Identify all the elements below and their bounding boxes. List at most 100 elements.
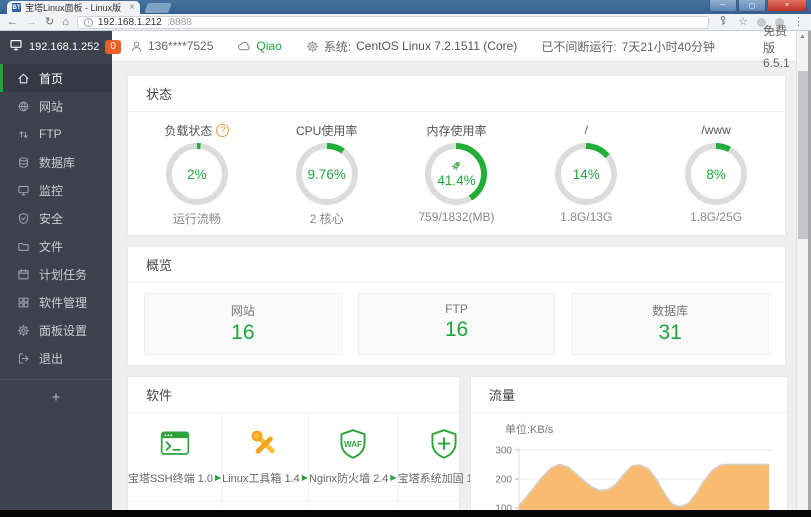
- gauge-label: /: [584, 123, 588, 137]
- status-card: 状态 负载状态? 2% 运行流畅 CPU使用率 9.76% 2 核心 内存使用率…: [127, 75, 786, 236]
- bottom-row: 软件 宝塔SSH终端 1.0 ▶ Linux工具箱 1.4 ▶ WAF Nginx防…: [127, 376, 788, 517]
- sidebar-item-monitor[interactable]: 监控: [0, 176, 112, 204]
- account-phone[interactable]: 136****7525: [130, 39, 213, 53]
- traffic-body: 单位:KB/s 100 200 300: [471, 413, 787, 517]
- overview-box-site[interactable]: 网站 16: [144, 293, 342, 355]
- overview-value: 16: [444, 318, 469, 341]
- scrollbar-up-icon[interactable]: ▲: [797, 31, 808, 43]
- gauge-sublabel: 759/1832(MB): [418, 210, 495, 224]
- new-tab-button[interactable]: [144, 3, 172, 13]
- play-arrow-icon: ▶: [214, 473, 222, 482]
- play-arrow-icon: ▶: [301, 473, 308, 482]
- browser-tab[interactable]: BT 宝塔Linux面板 - Linux版 ×: [7, 1, 140, 14]
- terminal-icon: [158, 427, 192, 461]
- svg-text:200: 200: [495, 475, 512, 486]
- reload-icon[interactable]: ↻: [45, 16, 54, 28]
- sidebar-add-button[interactable]: +: [0, 380, 112, 406]
- system-info: 系统: CentOS Linux 7.2.1511 (Core): [306, 38, 517, 55]
- menu-icon[interactable]: ⋮: [793, 16, 804, 28]
- software-grid: 宝塔SSH终端 1.0 ▶ Linux工具箱 1.4 ▶ WAF Nginx防火墙 …: [128, 413, 491, 517]
- overview-box-ftp[interactable]: FTP 16: [357, 293, 556, 355]
- server-monitor-icon: [9, 38, 23, 55]
- gauge-label: CPU使用率: [296, 123, 358, 138]
- folder-icon: [17, 240, 30, 253]
- tab-close-icon[interactable]: ×: [129, 2, 135, 13]
- sidebar-item-site[interactable]: 网站: [0, 92, 112, 120]
- gauge-disk-www: /www 8% 1.8G/25G: [656, 122, 776, 227]
- sidebar-item-cron[interactable]: 计划任务: [0, 260, 112, 288]
- browser-home-icon[interactable]: ⌂: [62, 16, 69, 28]
- scrollbar-thumb[interactable]: [798, 71, 808, 239]
- sidebar-item-label: FTP: [39, 127, 62, 141]
- software-card-title: 软件: [128, 377, 459, 413]
- server-ip-header[interactable]: 192.168.1.252 0: [0, 31, 121, 62]
- main-content: 状态 负载状态? 2% 运行流畅 CPU使用率 9.76% 2 核心 内存使用率…: [112, 62, 796, 517]
- rocket-icon: [448, 158, 465, 175]
- gauge-donut: 41.4%: [425, 143, 488, 205]
- sidebar-nav: 首页 网站 FTP 数据库 监控 安全 文件 计划任务 软件管理 面板设置 退出: [0, 62, 112, 372]
- globe-icon: [17, 100, 30, 113]
- traffic-chart-svg: 100200300: [495, 446, 773, 517]
- gauge-cpu: CPU使用率 9.76% 2 核心: [267, 122, 387, 227]
- overview-value: 16: [231, 321, 255, 344]
- bookmark-star-icon[interactable]: ☆: [738, 16, 748, 28]
- software-item-label: Linux工具箱 1.4 ▶: [222, 473, 308, 485]
- back-icon[interactable]: ←: [7, 16, 18, 28]
- gear-icon: [306, 40, 319, 53]
- close-window-button[interactable]: ×: [767, 0, 807, 12]
- cloud-icon: [237, 39, 251, 53]
- toolbox-icon: [249, 427, 281, 461]
- logout-icon: [17, 352, 30, 365]
- account-username[interactable]: Qiao: [237, 39, 282, 53]
- monitor-icon: [17, 184, 30, 197]
- gauge-sublabel: 1.8G/25G: [690, 210, 743, 224]
- overview-boxes: 网站 16 FTP 16 数据库 31: [128, 283, 785, 365]
- sidebar-item-ftp[interactable]: FTP: [0, 120, 112, 148]
- shield-plus-icon: [428, 427, 460, 461]
- sidebar-item-soft[interactable]: 软件管理: [0, 288, 112, 316]
- traffic-card-title: 流量: [471, 377, 787, 413]
- sidebar-item-logout[interactable]: 退出: [0, 344, 112, 372]
- software-item-linux-toolbox[interactable]: Linux工具箱 1.4 ▶: [222, 413, 309, 501]
- overview-box-database[interactable]: 数据库 31: [571, 293, 770, 355]
- gauge-label: 负载状态?: [137, 122, 257, 138]
- gauge-disk-root: / 14% 1.8G/13G: [526, 122, 646, 227]
- sidebar-item-security[interactable]: 安全: [0, 204, 112, 232]
- help-icon[interactable]: ?: [216, 123, 230, 137]
- url-bar[interactable]: i 192.168.1.212:8888: [76, 15, 710, 29]
- traffic-chart: 100 200 300: [483, 436, 775, 517]
- overview-label: FTP: [445, 302, 468, 316]
- forward-icon[interactable]: →: [26, 16, 37, 28]
- gauge-donut: 9.76%: [295, 143, 358, 205]
- gauge-value: 2%: [187, 166, 207, 182]
- calendar-icon: [17, 268, 30, 281]
- browser-window: BT 宝塔Linux面板 - Linux版 × ─ ▢ × ← → ↻ ⌂ i …: [0, 0, 811, 517]
- overview-value: 31: [658, 321, 682, 344]
- minimize-button[interactable]: ─: [709, 0, 737, 12]
- gauge-load: 负载状态? 2% 运行流畅: [137, 122, 257, 227]
- software-item-ssh-terminal[interactable]: 宝塔SSH终端 1.0 ▶: [128, 413, 223, 501]
- software-item-nginx-waf[interactable]: WAF Nginx防火墙 2.4 ▶: [308, 413, 398, 501]
- play-arrow-icon: ▶: [390, 473, 397, 482]
- browser-titlebar: BT 宝塔Linux面板 - Linux版 × ─ ▢ ×: [0, 0, 811, 14]
- sidebar-item-label: 安全: [39, 211, 64, 226]
- sidebar-item-settings[interactable]: 面板设置: [0, 316, 112, 344]
- gauge-sublabel: 2 核心: [309, 212, 344, 226]
- info-icon[interactable]: i: [83, 17, 93, 27]
- sidebar-item-label: 文件: [39, 239, 64, 254]
- gauge-label: 内存使用率: [426, 123, 487, 138]
- person-icon: [130, 40, 143, 53]
- uptime-info: 已不间断运行: 7天21小时40分钟: [541, 39, 716, 54]
- app-header: 192.168.1.252 0 136****7525 Qiao 系统: Cen…: [0, 24, 811, 70]
- page-scrollbar[interactable]: ▲: [796, 31, 808, 517]
- key-icon[interactable]: [717, 15, 729, 30]
- sidebar-item-home[interactable]: 首页: [0, 64, 112, 92]
- sidebar-item-files[interactable]: 文件: [0, 232, 112, 260]
- overview-card: 概览 网站 16 FTP 16 数据库 31: [127, 246, 786, 366]
- maximize-button[interactable]: ▢: [738, 0, 766, 12]
- svg-text:WAF: WAF: [344, 440, 362, 449]
- sidebar-item-label: 首页: [39, 71, 64, 86]
- status-gauges: 负载状态? 2% 运行流畅 CPU使用率 9.76% 2 核心 内存使用率 41…: [128, 112, 785, 235]
- sidebar-item-database[interactable]: 数据库: [0, 148, 112, 176]
- transfer-icon: [17, 128, 30, 141]
